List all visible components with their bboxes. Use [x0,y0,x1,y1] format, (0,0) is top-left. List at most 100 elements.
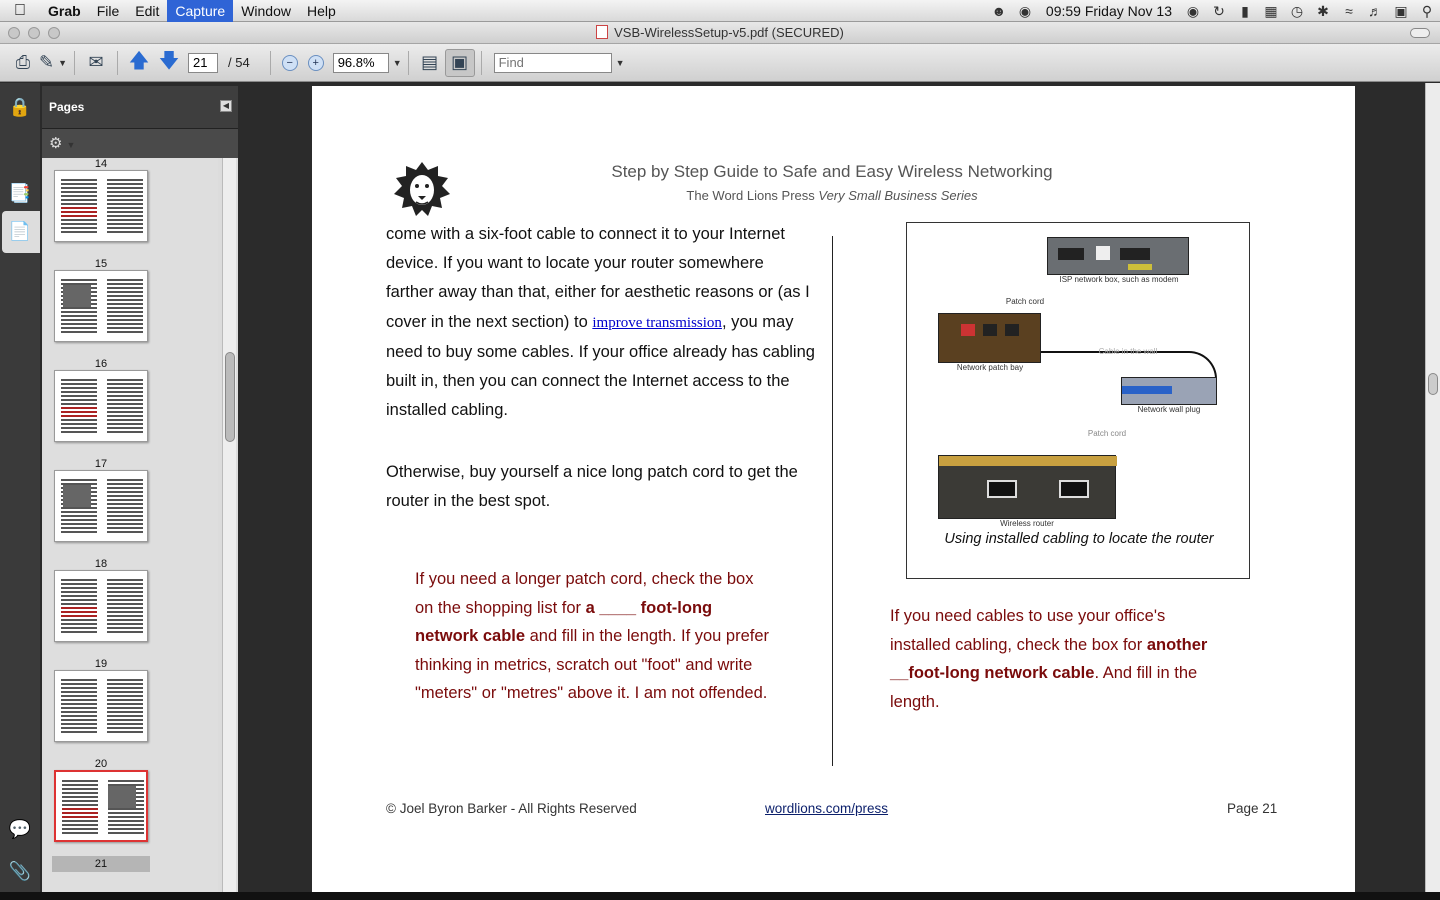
menu-grab[interactable]: Grab [40,0,89,22]
next-page-icon[interactable]: 🡇 [154,49,184,77]
document-scrollbar[interactable] [1425,83,1440,900]
thumbnail-text-line [107,379,143,381]
thumbnail-text-line [61,603,97,605]
eye-icon[interactable]: ◉ [1180,3,1206,20]
thumbnail-text-line [107,711,143,713]
attach-email-icon[interactable]: ✉ [81,49,111,77]
scroll-mode-icon[interactable]: ▤ [415,49,445,77]
page-thumbnail[interactable] [54,370,148,442]
security-lock-icon[interactable]: 🔒 [8,95,32,119]
zoom-level-input[interactable] [332,52,389,73]
thumbnail-image [63,485,91,507]
thumbnail-text-line [61,687,97,689]
menu-window[interactable]: Window [233,0,299,22]
page-thumbnail[interactable] [54,570,148,642]
thumbnail-text-line [61,227,97,229]
zoom-dropdown-icon[interactable]: ▼ [393,58,402,68]
spotlight-search-icon[interactable]: ⚲ [1414,3,1440,20]
improve-transmission-link[interactable]: improve transmission [592,315,722,331]
thumbnail-text-line [62,824,98,826]
previous-page-icon[interactable]: 🡅 [124,49,154,77]
thumbnail-text-line [107,391,143,393]
thumbnail-text-line [61,683,97,685]
thumbnail-text-line [61,419,97,421]
document-viewport: Step by Step Guide to Safe and Easy Wire… [240,83,1425,900]
page-thumbnail[interactable] [54,670,148,742]
zoom-window-button[interactable] [48,27,60,39]
thumbnail-text-line [107,531,143,533]
page-thumbnail[interactable] [54,770,148,842]
thumbnail-text-line [107,727,143,729]
menu-help[interactable]: Help [299,0,344,22]
thumbnail-text-line [61,695,97,697]
close-window-button[interactable] [8,27,20,39]
menu-edit[interactable]: Edit [127,0,167,22]
user-status-icon[interactable]: ☻ [986,3,1012,19]
body-paragraph: come with a six-foot cable to connect it… [386,220,816,425]
toolbar-separator [269,50,271,75]
time-machine-icon[interactable]: ◷ [1284,3,1310,20]
status-area: ☻ ◉ 09:59 Friday Nov 13 ◉ ↻ ▮ ▦ ◷ ✱ ≈ ♬ … [986,0,1440,22]
print-icon[interactable]: ⎙ [8,49,38,77]
thumbnail-text-line [108,780,144,782]
document-scroll-thumb[interactable] [1428,373,1438,395]
thumbnail-text-line [62,804,98,806]
zoom-in-icon[interactable]: + [307,54,324,71]
options-gear-icon[interactable]: ⚙ ▼ [42,128,238,158]
apple-menu-icon[interactable]:  [0,0,40,22]
thumbnail-text-line [61,279,97,281]
battery-icon[interactable]: ▮ [1232,3,1258,20]
page-number-input[interactable] [188,52,218,73]
fit-page-icon[interactable]: ▣ [444,48,475,77]
sync-icon[interactable]: ↻ [1206,3,1232,20]
network-globe-icon[interactable]: ◉ [1012,3,1038,20]
footer-website-link[interactable]: wordlions.com/press [765,801,888,816]
bookmarks-icon[interactable]: 📑 [8,181,32,205]
thumbnail-text-line [107,499,143,501]
thumbnail-text-line [107,187,143,189]
comments-icon[interactable]: 💬 [8,817,32,841]
thumbnail-text-line [107,287,143,289]
screen-icon[interactable]: ▣ [1388,3,1414,20]
page-thumbnail[interactable] [54,170,148,242]
pages-icon[interactable]: 📄 [8,219,32,243]
thumbnail-text-line [62,832,98,834]
thumbnail-text-line [61,203,97,205]
menu-clock[interactable]: 09:59 Friday Nov 13 [1038,3,1180,19]
thumbnail-text-line [61,691,97,693]
attachments-paperclip-icon[interactable]: 📎 [8,859,32,883]
thumbnail-text-line [107,527,143,529]
thumbnail-text-line [61,379,97,381]
toolbar-toggle-button[interactable] [1410,28,1430,38]
thumbnail-text-line [61,391,97,393]
toolbar-separator [407,50,409,75]
thumbnail-text-line [61,219,97,221]
thumbnail-text-line [61,731,97,733]
bluetooth-icon[interactable]: ✱ [1310,3,1336,20]
thumbnail-text-line [108,828,144,830]
thumbnail-text-line [61,615,97,617]
wifi-icon[interactable]: ≈ [1336,3,1362,19]
page-thumbnail[interactable] [54,270,148,342]
toolbar-separator [480,50,482,75]
menu-file[interactable]: File [89,0,128,22]
thumbnail-text-line [62,784,98,786]
find-dropdown-icon[interactable]: ▼ [616,58,625,68]
thumbnail-text-line [107,403,143,405]
find-input[interactable] [493,52,612,73]
thumbnails-scrollbar[interactable] [222,158,236,892]
thumbnail-text-line [107,411,143,413]
minimize-window-button[interactable] [28,27,40,39]
collapse-panel-icon[interactable]: ◀ [220,100,232,112]
window-title-bar: VSB-WirelessSetup-v5.pdf (SECURED) [0,22,1440,44]
spaces-icon[interactable]: ▦ [1258,3,1284,20]
thumbnail-text-line [107,183,143,185]
create-pdf-icon[interactable]: ✎ ▼ [38,49,68,77]
thumbnail-text-line [61,707,97,709]
figure-label: Wireless router [1000,519,1054,528]
zoom-out-icon[interactable]: − [281,54,298,71]
volume-icon[interactable]: ♬ [1362,3,1388,19]
thumbnails-scroll-thumb[interactable] [225,352,235,442]
page-thumbnail[interactable] [54,470,148,542]
menu-capture[interactable]: Capture [167,0,234,22]
